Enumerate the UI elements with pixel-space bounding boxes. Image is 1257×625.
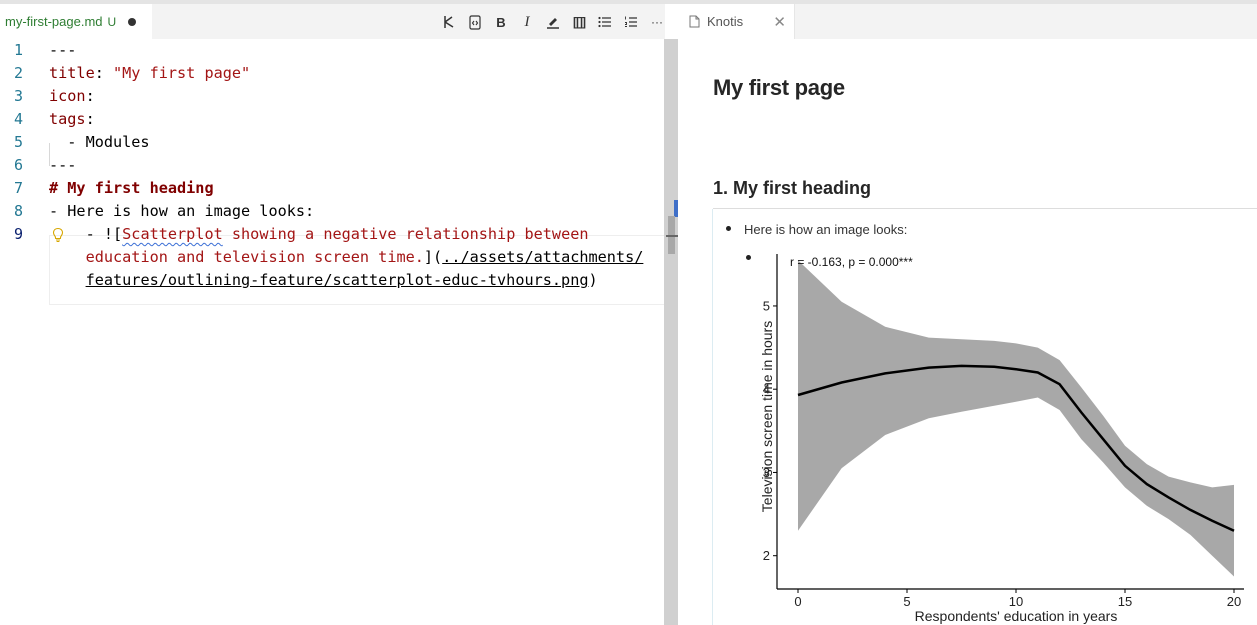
line-number: 7 bbox=[13, 179, 23, 197]
heading-divider bbox=[713, 208, 1257, 209]
scrollbar-tick bbox=[666, 235, 678, 237]
code-line[interactable]: 6 --- bbox=[0, 154, 665, 177]
code-line[interactable]: 5 - Modules bbox=[0, 131, 665, 154]
numbered-list-icon[interactable] bbox=[618, 12, 644, 32]
bold-icon[interactable]: B bbox=[488, 12, 514, 32]
y-tick-label: 5 bbox=[763, 298, 770, 313]
line-number: 2 bbox=[13, 64, 23, 82]
code-text: - ![Scatterplot showing a negative relat… bbox=[49, 223, 589, 246]
code-token: education and television screen time. bbox=[85, 248, 424, 266]
code-text: title: "My first page" bbox=[49, 62, 250, 85]
code-line[interactable]: 9 - ![Scatterplot showing a negative rel… bbox=[0, 223, 665, 246]
code-line[interactable]: 4 tags: bbox=[0, 108, 665, 131]
x-tick-label: 15 bbox=[1118, 594, 1132, 609]
line-number: 8 bbox=[13, 202, 23, 220]
line-number: 1 bbox=[13, 41, 23, 59]
line-number: 5 bbox=[13, 133, 23, 151]
unsaved-dot-icon[interactable] bbox=[128, 17, 137, 26]
code-token: : bbox=[85, 110, 95, 128]
code-text: features/outlining-feature/scatterplot-e… bbox=[49, 269, 598, 292]
preview-tab-bar: Knotis ✕ bbox=[678, 4, 1257, 39]
section-heading: 1. My first heading bbox=[713, 178, 872, 198]
code-text: icon: bbox=[49, 85, 95, 108]
line-number: 6 bbox=[13, 156, 23, 174]
preview-tab-label: Knotis bbox=[707, 14, 744, 29]
code-token: - Here is how an image looks: bbox=[49, 202, 315, 220]
scatterplot-image: 23450 5 10 15 20r = -0.163, p = 0.000***Resp… bbox=[759, 254, 1244, 624]
content-guide-line bbox=[712, 209, 713, 625]
code-token: ../assets/attachments/ bbox=[442, 248, 644, 266]
code-line[interactable]: 3 icon: bbox=[0, 85, 665, 108]
code-token: tags bbox=[49, 110, 86, 128]
y-axis-label: Television screen time in hours bbox=[759, 321, 775, 512]
code-text: --- bbox=[49, 39, 76, 62]
code-line[interactable]: features/outlining-feature/scatterplot-e… bbox=[0, 269, 665, 292]
code-token: ]( bbox=[423, 248, 443, 266]
code-token: --- bbox=[49, 156, 77, 174]
bullet-icon bbox=[726, 226, 731, 231]
editor-scrollbar[interactable] bbox=[664, 39, 678, 625]
code-token: icon bbox=[49, 87, 86, 105]
code-line[interactable]: 2 title: "My first page" bbox=[0, 62, 665, 85]
y-tick-label: 2 bbox=[763, 548, 770, 563]
preview-tab[interactable]: Knotis ✕ bbox=[678, 4, 795, 39]
highlight-icon[interactable] bbox=[540, 12, 566, 32]
x-axis-label: Respondents' education in years bbox=[915, 608, 1118, 624]
code-token: : bbox=[85, 87, 95, 105]
editor-pane: my-first-page.md U B I [[]] ··· 1 --- 2 … bbox=[0, 4, 678, 625]
code-line[interactable]: 8 - Here is how an image looks: bbox=[0, 200, 665, 223]
line-number: 9 bbox=[13, 225, 23, 243]
bullet-icon bbox=[746, 255, 751, 260]
code-token: title bbox=[49, 64, 95, 82]
code-token: : bbox=[94, 64, 114, 82]
code-text: - Here is how an image looks: bbox=[49, 200, 314, 223]
more-icon[interactable]: ··· bbox=[644, 12, 670, 32]
editor-tab[interactable]: my-first-page.md U bbox=[0, 4, 152, 39]
code-line[interactable]: education and television screen time.](.… bbox=[0, 246, 665, 269]
code-token: --- bbox=[49, 41, 77, 59]
bullet-list-icon[interactable] bbox=[592, 12, 618, 32]
preview-pane: Knotis ✕ My first page 1. My first headi… bbox=[678, 4, 1257, 625]
code-text: --- bbox=[49, 154, 76, 177]
code-line[interactable]: 1 --- bbox=[0, 39, 665, 62]
code-token: features/outlining-feature/scatterplot-e… bbox=[85, 271, 589, 289]
editor-tab-bar: my-first-page.md U B I [[]] ··· bbox=[0, 4, 665, 39]
code-editor[interactable]: 1 --- 2 title: "My first page" 3 icon: 4 tags: 5… bbox=[0, 39, 677, 625]
code-token: - ![ bbox=[49, 225, 123, 243]
x-tick-label: 10 bbox=[1009, 594, 1023, 609]
file-icon bbox=[689, 15, 700, 28]
x-tick-label: 20 bbox=[1227, 594, 1241, 609]
markdown-toolbar: B I [[]] ··· bbox=[436, 12, 670, 32]
line-number: 4 bbox=[13, 110, 23, 128]
code-token: - Modules bbox=[49, 133, 150, 151]
page-title: My first page bbox=[713, 75, 845, 100]
code-text: tags: bbox=[49, 108, 95, 131]
close-icon[interactable]: ✕ bbox=[773, 13, 786, 31]
x-tick-label: 0 bbox=[794, 594, 801, 609]
code-text: education and television screen time.](.… bbox=[49, 246, 644, 269]
code-line[interactable]: 7 # My first heading bbox=[0, 177, 665, 200]
code-text: - Modules bbox=[49, 131, 150, 154]
wikilink-icon[interactable]: [[]] bbox=[566, 12, 592, 32]
list-item: Here is how an image looks: bbox=[744, 222, 908, 237]
italic-icon[interactable]: I bbox=[514, 12, 540, 32]
code-text: # My first heading bbox=[49, 177, 214, 200]
code-token: "My first page" bbox=[113, 64, 251, 82]
outline-icon[interactable] bbox=[436, 12, 462, 32]
editor-tab-filename: my-first-page.md bbox=[5, 14, 103, 29]
line-number: 3 bbox=[13, 87, 23, 105]
code-block-icon[interactable] bbox=[462, 12, 488, 32]
confidence-band bbox=[798, 260, 1234, 577]
x-tick-label: 5 bbox=[903, 594, 910, 609]
code-token: ) bbox=[588, 271, 598, 289]
code-token: # My first heading bbox=[49, 179, 214, 197]
code-token: showing a negative relationship between bbox=[222, 225, 589, 243]
chart-title: r = -0.163, p = 0.000*** bbox=[790, 255, 913, 269]
git-status-badge: U bbox=[107, 14, 117, 29]
code-token: Scatterplot bbox=[122, 225, 223, 243]
